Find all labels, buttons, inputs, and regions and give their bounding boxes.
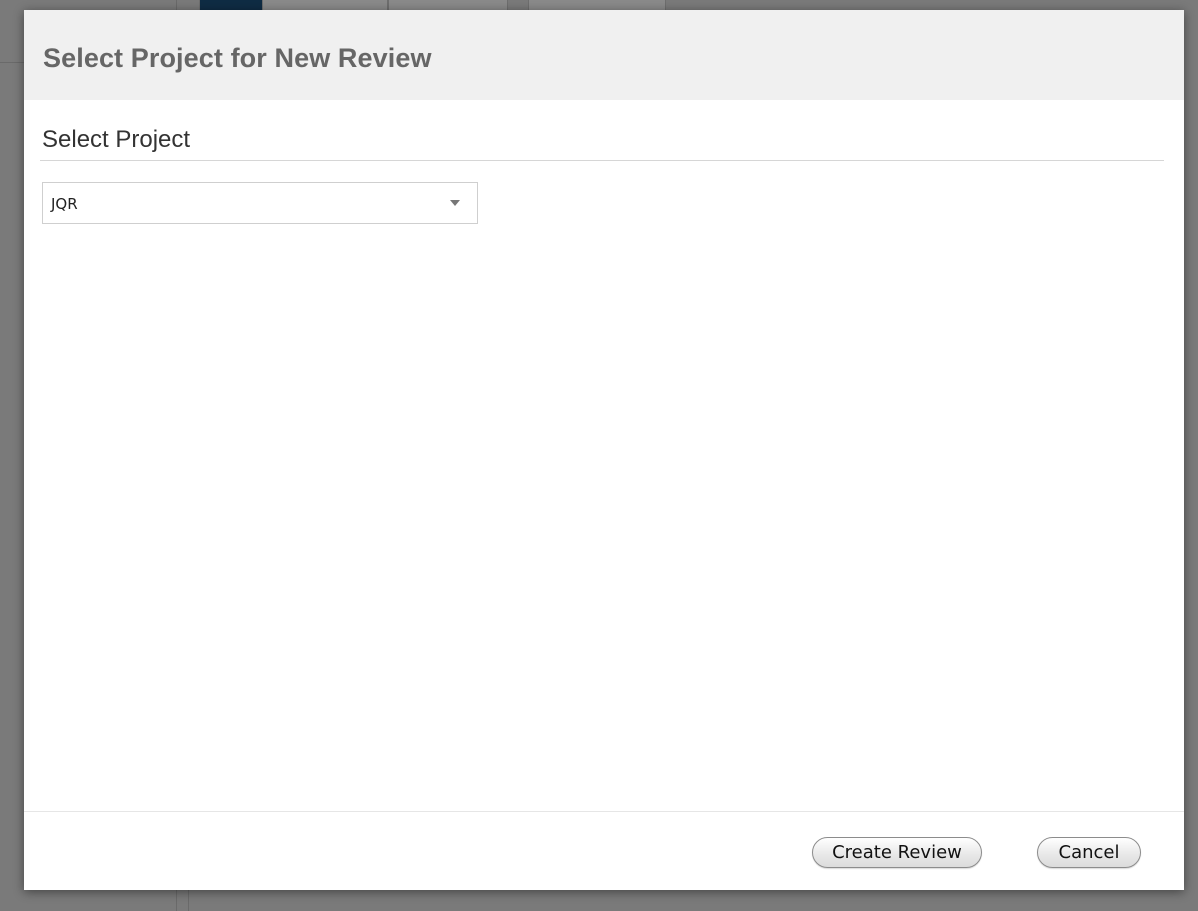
create-review-button[interactable]: Create Review: [812, 837, 982, 868]
dialog-header: Select Project for New Review: [24, 10, 1184, 100]
background-divider: [0, 62, 24, 63]
chevron-down-icon: [450, 200, 460, 206]
cancel-button[interactable]: Cancel: [1037, 837, 1141, 868]
project-select-value: JQR: [51, 195, 78, 213]
dialog-title: Select Project for New Review: [43, 43, 432, 73]
background-tab: [199, 0, 263, 10]
section-heading: Select Project: [42, 126, 191, 153]
section-divider: [40, 160, 1164, 161]
footer-divider: [24, 811, 1184, 812]
select-project-dialog: Select Project for New Review Select Pro…: [24, 10, 1184, 890]
background-divider: [188, 890, 189, 911]
background-tab: [388, 0, 508, 10]
background-tab: [528, 0, 666, 10]
background-tab: [262, 0, 388, 10]
project-select[interactable]: JQR: [42, 182, 478, 224]
